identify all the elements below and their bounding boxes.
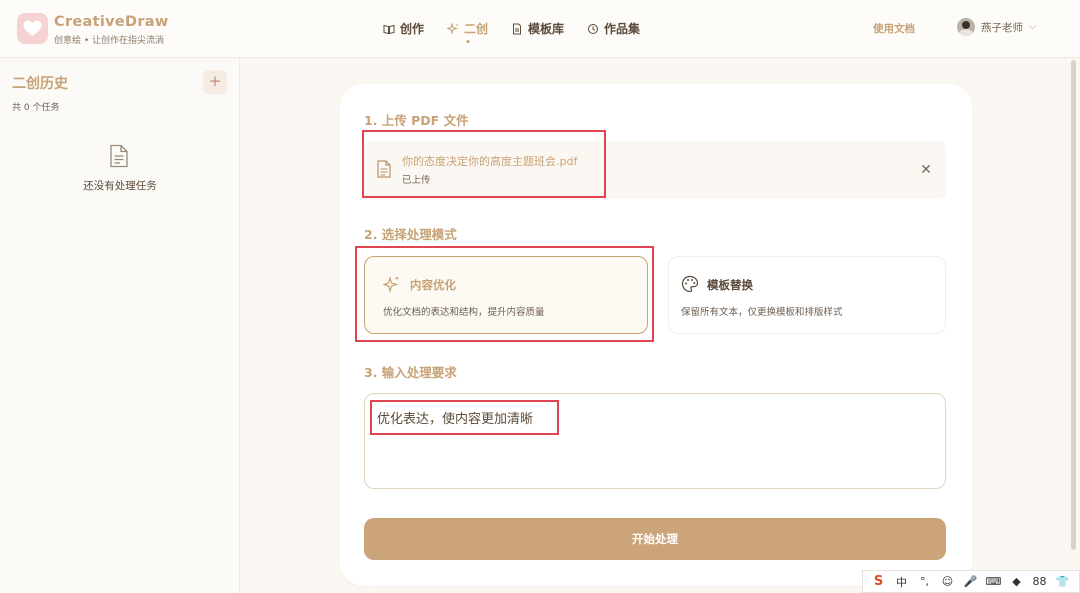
- task-count: 共 0 个任务: [12, 103, 60, 113]
- nav-templates-label: 模板库: [528, 22, 565, 36]
- avatar: [957, 18, 975, 36]
- ime-keyboard-icon[interactable]: ⌨: [982, 575, 1005, 588]
- step1-title: 1. 上传 PDF 文件: [364, 113, 469, 128]
- book-open-icon: [383, 24, 395, 34]
- mode-title: 模板替换: [707, 278, 753, 292]
- step3-title: 3. 输入处理要求: [364, 365, 457, 380]
- mode-description: 保留所有文本，仅更换模板和排版样式: [681, 307, 843, 318]
- brand-name: CreativeDraw: [54, 14, 169, 30]
- user-name: 燕子老师: [981, 21, 1023, 34]
- palette-icon: [681, 275, 699, 293]
- ime-grid-icon[interactable]: 88: [1028, 575, 1051, 588]
- ime-outfit-icon[interactable]: 👕: [1051, 575, 1074, 588]
- highlight-uploaded-file: [362, 130, 606, 198]
- highlight-requirement-text: [370, 400, 559, 435]
- nav-portfolio[interactable]: 作品集: [587, 20, 640, 37]
- document-icon: [513, 23, 522, 34]
- ime-language-toggle[interactable]: 中: [890, 574, 913, 590]
- logo-heart-icon[interactable]: [17, 13, 48, 44]
- sparkle-icon: [447, 22, 459, 35]
- active-indicator: [466, 40, 470, 43]
- nav-remix[interactable]: 二创: [447, 20, 489, 43]
- history-icon: [588, 23, 599, 34]
- docs-link[interactable]: 使用文档: [873, 21, 915, 36]
- mode-template-replace[interactable]: 模板替换 保留所有文本，仅更换模板和排版样式: [668, 256, 946, 334]
- ime-toolbar: S 中 °, ☺ 🎤 ⌨ ◆ 88 👕: [862, 570, 1080, 593]
- sidebar-title: 二创历史: [12, 76, 68, 92]
- nav-create-label: 创作: [400, 22, 425, 36]
- step2-title: 2. 选择处理模式: [364, 227, 457, 242]
- ime-emoji-icon[interactable]: ☺: [936, 575, 959, 588]
- chevron-down-icon: ⌵: [1029, 22, 1036, 32]
- main-nav: 创作 二创 模板库 作品集: [383, 20, 640, 43]
- history-sidebar: 二创历史 + 共 0 个任务 还没有处理任务: [0, 58, 240, 593]
- user-menu[interactable]: 燕子老师 ⌵: [957, 18, 1036, 36]
- empty-state-text: 还没有处理任务: [83, 180, 157, 192]
- highlight-selected-mode: [355, 246, 654, 342]
- page-scrollbar[interactable]: [1071, 60, 1076, 550]
- ime-punctuation-icon[interactable]: °,: [913, 575, 936, 588]
- top-header: CreativeDraw 创意绘 • 让创作在指尖流淌 创作 二创 模板库 作品…: [0, 0, 1080, 58]
- add-task-button[interactable]: +: [203, 70, 227, 94]
- ime-logo-icon[interactable]: S: [867, 574, 890, 589]
- remove-file-button[interactable]: ✕: [918, 162, 934, 178]
- empty-document-icon: [110, 144, 128, 168]
- ime-microphone-icon[interactable]: 🎤: [959, 575, 982, 588]
- ime-skin-icon[interactable]: ◆: [1005, 575, 1028, 588]
- nav-create[interactable]: 创作: [383, 20, 424, 37]
- nav-portfolio-label: 作品集: [604, 22, 641, 36]
- start-processing-button[interactable]: 开始处理: [364, 518, 946, 560]
- brand-tagline: 创意绘 • 让创作在指尖流淌: [54, 36, 165, 46]
- nav-templates[interactable]: 模板库: [511, 20, 564, 37]
- nav-remix-label: 二创: [464, 22, 489, 36]
